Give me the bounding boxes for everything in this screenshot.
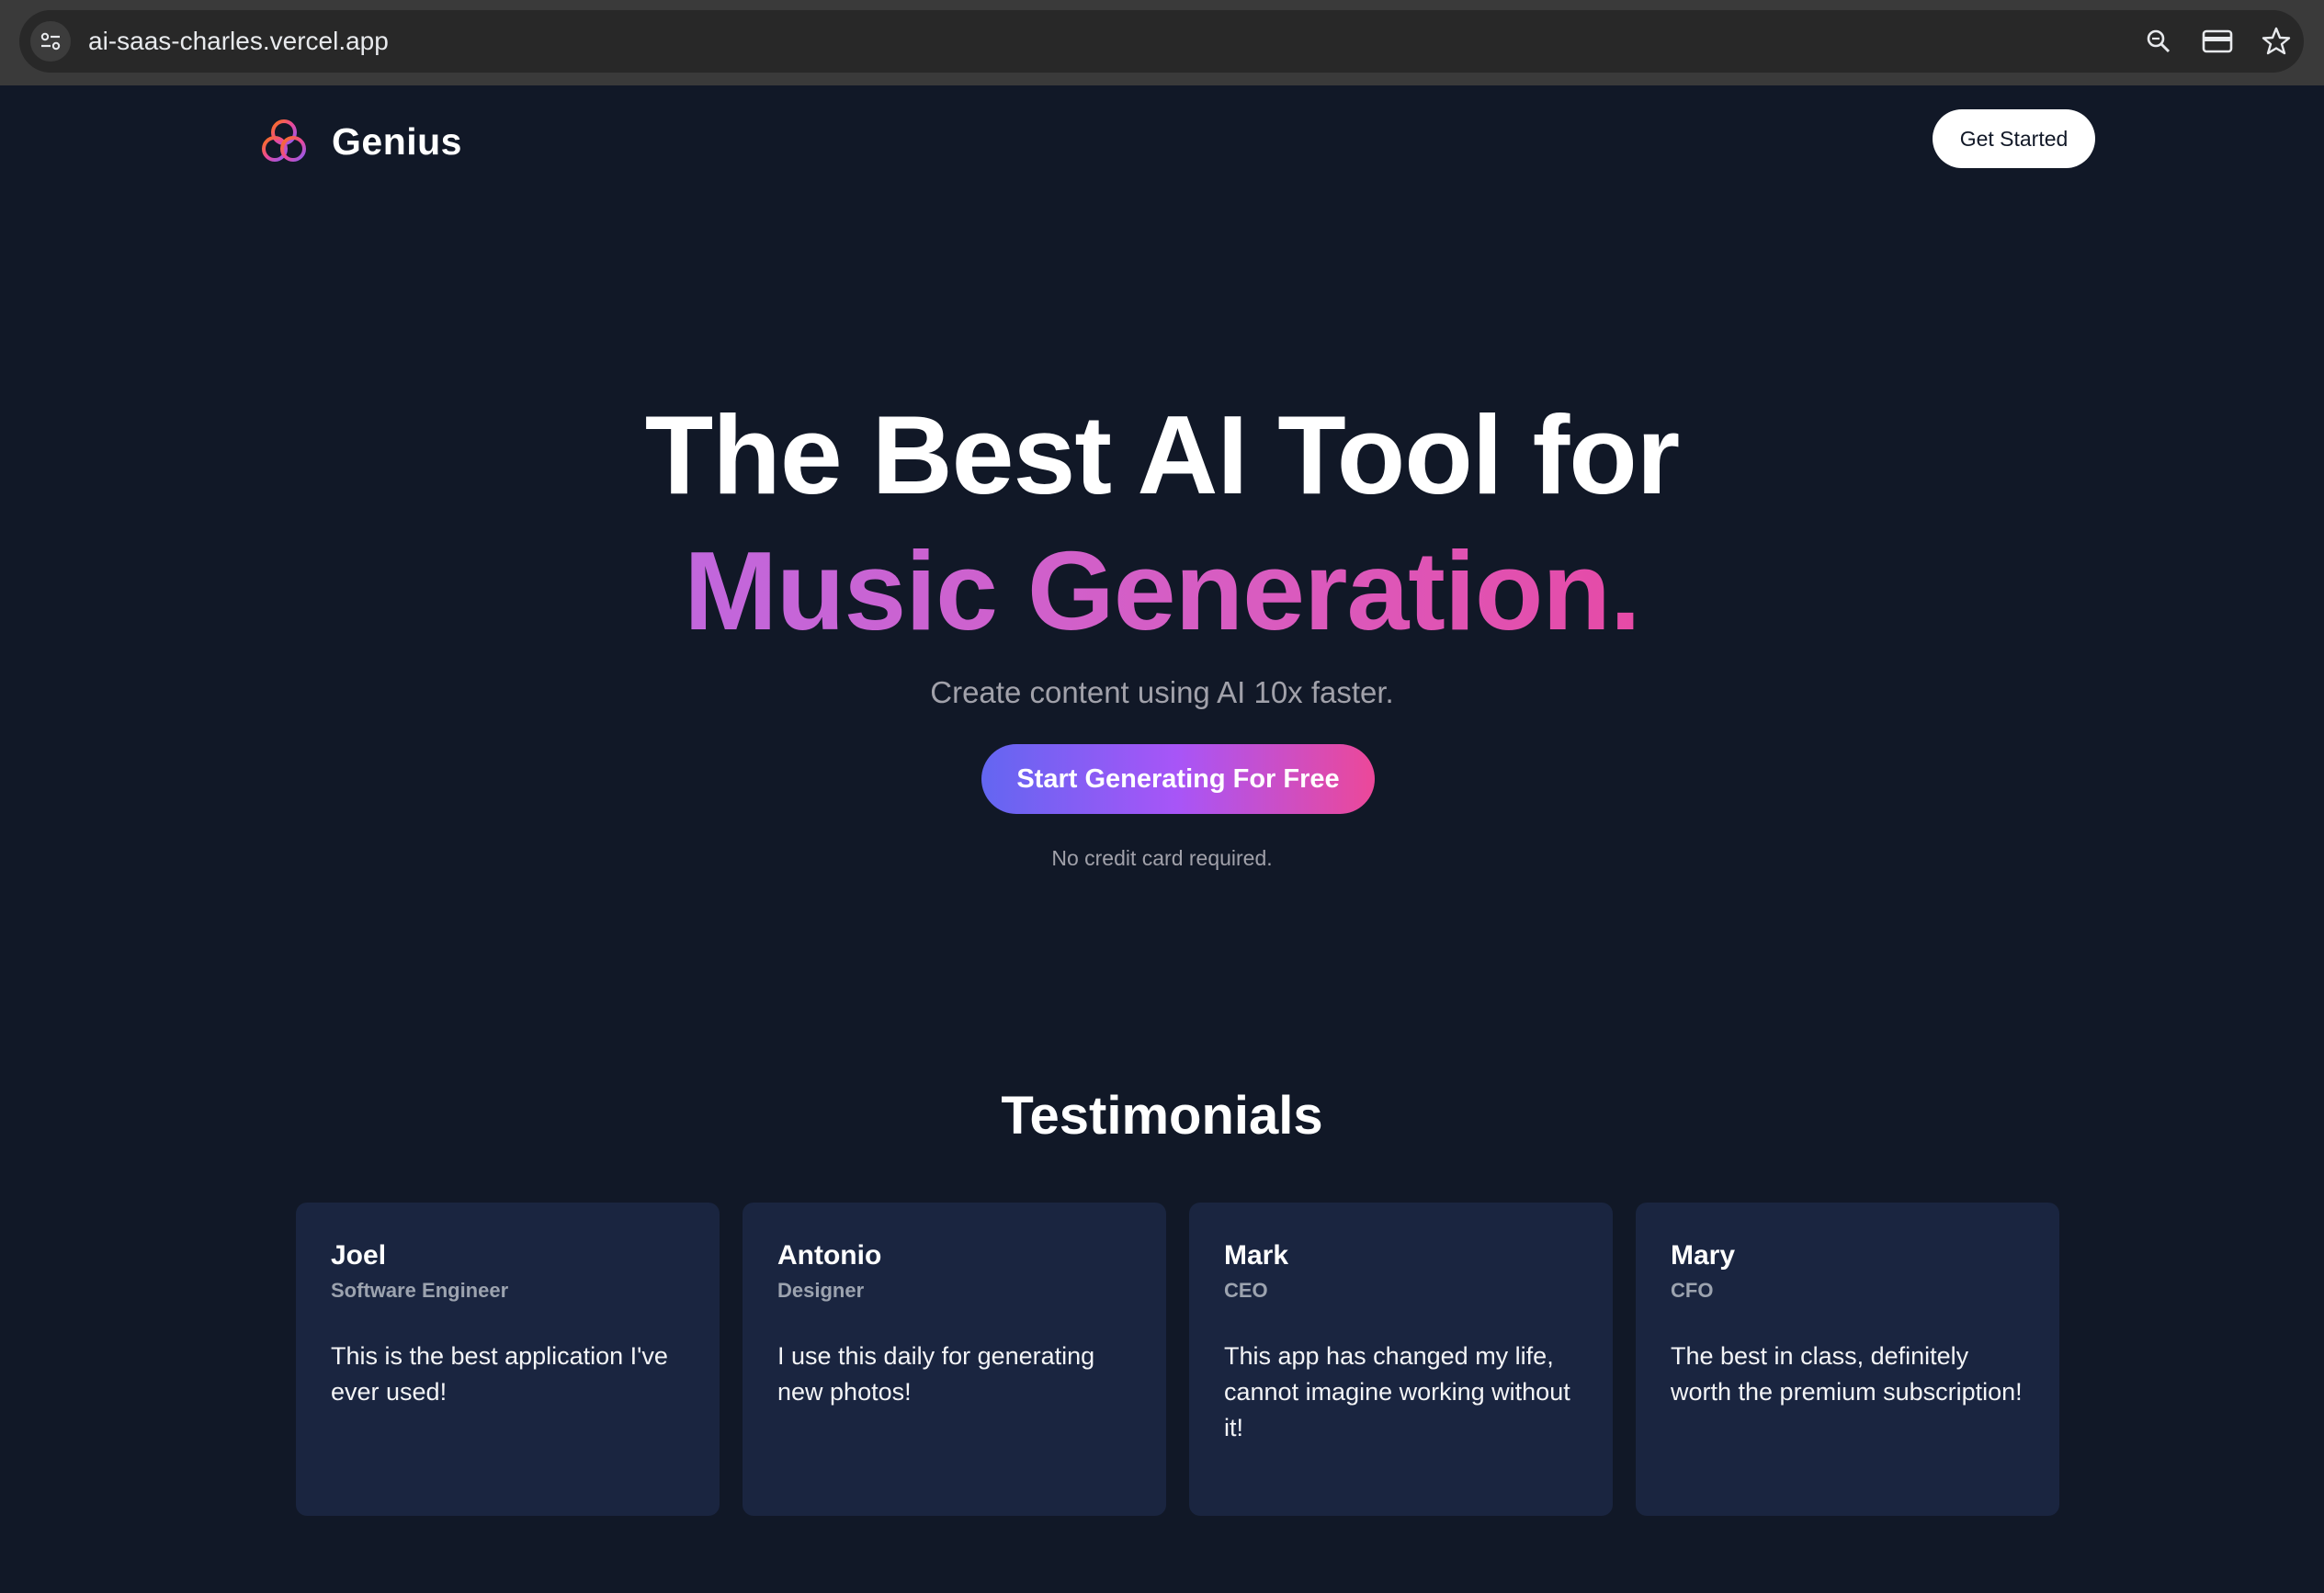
testimonial-card: Joel Software Engineer This is the best … <box>296 1203 720 1516</box>
address-bar[interactable]: ai-saas-charles.vercel.app <box>19 10 2304 73</box>
testimonial-text: The best in class, definitely worth the … <box>1671 1342 2023 1406</box>
hero-gradient-text: Music Generation. <box>684 528 1641 653</box>
testimonial-card: Mary CFO The best in class, definitely w… <box>1636 1203 2059 1516</box>
zoom-icon[interactable] <box>2140 23 2177 60</box>
brand-link[interactable]: Genius <box>258 113 462 170</box>
browser-toolbar: ai-saas-charles.vercel.app <box>0 0 2324 85</box>
card-icon[interactable] <box>2199 23 2236 60</box>
start-generating-button[interactable]: Start Generating For Free <box>981 744 1375 814</box>
testimonial-role: Designer <box>777 1279 865 1302</box>
testimonial-text: I use this daily for generating new phot… <box>777 1342 1095 1406</box>
testimonial-role: CFO <box>1671 1279 1714 1302</box>
testimonial-text: This app has changed my life, cannot ima… <box>1224 1342 1570 1441</box>
testimonial-name: Mary <box>1671 1240 1736 1271</box>
bookmark-star-icon[interactable] <box>2258 23 2295 60</box>
hero-heading: The Best AI Tool for <box>644 392 1680 517</box>
testimonials-list: Joel Software Engineer This is the best … <box>296 1203 2060 1516</box>
testimonial-card: Antonio Designer I use this daily for ge… <box>743 1203 1166 1516</box>
testimonial-card: Mark CEO This app has changed my life, c… <box>1189 1203 1613 1516</box>
hero-subtitle: Create content using AI 10x faster. <box>930 675 1394 709</box>
testimonial-text: This is the best application I've ever u… <box>331 1342 668 1406</box>
brand-name: Genius <box>332 119 462 163</box>
testimonial-role: CEO <box>1224 1279 1268 1302</box>
testimonial-name: Joel <box>331 1240 387 1271</box>
testimonials-heading: Testimonials <box>1001 1086 1323 1146</box>
testimonial-role: Software Engineer <box>331 1279 509 1302</box>
testimonial-name: Mark <box>1224 1240 1289 1271</box>
hero-heading-highlight: Music Generation. <box>0 522 2324 660</box>
get-started-button[interactable]: Get Started <box>1933 109 2095 168</box>
no-credit-card-note: No credit card required. <box>1051 846 1273 870</box>
url-text[interactable]: ai-saas-charles.vercel.app <box>88 10 389 73</box>
genius-logo-icon <box>262 119 306 162</box>
navbar: Genius Get Started <box>0 85 2324 196</box>
site-settings-icon[interactable] <box>30 21 71 62</box>
testimonial-name: Antonio <box>777 1240 882 1271</box>
